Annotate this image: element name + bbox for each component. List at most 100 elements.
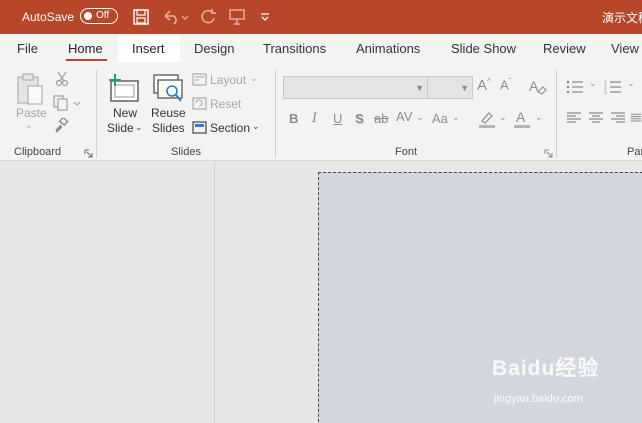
font-group-label: Font <box>395 146 418 158</box>
highlighter-icon <box>479 112 495 128</box>
font-launcher[interactable] <box>543 148 553 158</box>
numbering-icon: 123 <box>604 80 621 95</box>
numbering-dropdown[interactable]: ⌄ <box>627 79 635 89</box>
character-spacing-dropdown[interactable]: ⌄ <box>416 113 424 123</box>
paste-label: Paste <box>16 106 47 120</box>
slide-thumbnail-pane[interactable] <box>0 162 215 423</box>
justify-icon <box>630 113 642 122</box>
toggle-knob <box>84 11 92 20</box>
layout-dropdown[interactable]: ⌄ <box>250 73 258 84</box>
clipboard-group-label: Clipboard <box>14 146 62 158</box>
font-color-dropdown[interactable]: ⌄ <box>535 113 543 123</box>
change-case-dropdown[interactable]: ⌄ <box>452 113 460 123</box>
reuse-slides-label-2: Slides <box>152 121 185 135</box>
autosave-label: AutoSave <box>22 10 75 24</box>
ribbon-tabs: File Home Insert Design Transitions Anim… <box>0 34 642 64</box>
tab-review[interactable]: Review <box>543 41 586 56</box>
autosave-state: Off <box>96 10 110 21</box>
reuse-slides-button[interactable] <box>151 72 185 106</box>
highlight-color-dropdown[interactable]: ⌄ <box>499 113 507 123</box>
group-separator <box>96 70 97 158</box>
cut-button[interactable] <box>54 70 70 88</box>
new-slide-button[interactable] <box>107 70 141 106</box>
bullets-button[interactable] <box>565 78 585 96</box>
reset-icon <box>191 96 207 110</box>
align-right-icon <box>611 112 625 123</box>
presentation-icon <box>229 9 245 25</box>
slide-canvas[interactable] <box>318 172 642 423</box>
tab-design[interactable]: Design <box>194 41 234 56</box>
bullets-dropdown[interactable]: ⌄ <box>589 79 597 89</box>
undo-button[interactable] <box>160 7 190 27</box>
group-separator <box>275 70 276 158</box>
save-button[interactable] <box>131 7 151 27</box>
chevron-down-icon <box>261 13 269 21</box>
copy-button[interactable] <box>52 94 82 112</box>
font-size-combo[interactable]: ▼ <box>427 76 473 99</box>
paste-button[interactable] <box>14 72 46 106</box>
new-slide-label-2: Slide <box>107 121 134 135</box>
text-shadow-button[interactable]: S <box>355 111 364 126</box>
ribbon: Paste ⌄ Clipboard New Slide ⌄ Reuse Slid… <box>0 64 642 161</box>
numbering-button[interactable]: 123 <box>603 78 623 96</box>
bold-button[interactable]: B <box>289 111 298 126</box>
font-color-button[interactable]: A <box>512 109 532 129</box>
increase-font-size-button[interactable]: A^ <box>477 77 491 94</box>
highlight-color-button[interactable] <box>476 109 498 129</box>
active-tab-underline <box>66 59 107 61</box>
svg-text:A: A <box>529 78 539 94</box>
customize-qat-button[interactable] <box>256 7 274 27</box>
italic-button[interactable]: I <box>312 111 317 126</box>
underline-button[interactable]: U <box>333 111 342 126</box>
clipboard-launcher[interactable] <box>83 148 93 158</box>
layout-button[interactable]: Layout <box>210 73 246 87</box>
reset-button[interactable]: Reset <box>210 97 241 111</box>
strikethrough-button[interactable]: ab <box>374 111 388 126</box>
paste-dropdown-arrow[interactable]: ⌄ <box>25 120 33 131</box>
tab-home[interactable]: Home <box>68 41 103 56</box>
align-right-button[interactable] <box>609 110 627 126</box>
watermark: Baidu经验 jingyan.baidu.com <box>492 352 600 405</box>
tab-file[interactable]: File <box>17 41 38 56</box>
clear-formatting-button[interactable]: A <box>527 76 547 96</box>
slides-group-label: Slides <box>171 146 201 158</box>
watermark-logo: Baidu经验 <box>492 357 600 380</box>
align-left-button[interactable] <box>565 110 583 126</box>
bullets-icon <box>566 80 583 94</box>
autosave-toggle[interactable]: Off <box>80 8 118 24</box>
tab-transitions[interactable]: Transitions <box>263 41 326 56</box>
svg-text:A: A <box>516 109 526 125</box>
scissors-icon <box>55 71 69 87</box>
paragraph-group-label: Par <box>627 146 642 158</box>
tab-insert[interactable]: Insert <box>132 41 165 56</box>
clear-formatting-icon: A <box>529 78 547 95</box>
new-slide-dropdown[interactable]: ⌄ <box>135 122 143 133</box>
section-button[interactable]: Section <box>210 121 250 135</box>
undo-icon <box>164 10 189 25</box>
section-dropdown[interactable]: ⌄ <box>252 121 260 132</box>
group-separator <box>556 70 557 158</box>
present-button[interactable] <box>226 7 248 27</box>
document-title: 演示文稿 <box>602 11 642 25</box>
tab-view[interactable]: View <box>611 41 639 56</box>
svg-text:3: 3 <box>604 90 607 95</box>
font-name-combo[interactable]: ▼ <box>283 76 428 99</box>
watermark-url: jingyan.baidu.com <box>494 393 583 405</box>
tab-slide-show[interactable]: Slide Show <box>451 41 516 56</box>
font-color-icon: A <box>514 109 530 128</box>
character-spacing-button[interactable]: AV <box>396 109 412 124</box>
save-icon <box>133 9 149 25</box>
redo-icon <box>201 9 216 24</box>
format-painter-button[interactable] <box>52 117 70 135</box>
change-case-button[interactable]: Aa <box>432 111 448 126</box>
decrease-font-size-button[interactable]: Aˇ <box>500 77 511 92</box>
redo-button[interactable] <box>197 7 219 27</box>
layout-icon <box>191 72 207 86</box>
copy-icon <box>53 95 81 111</box>
align-center-icon <box>589 112 603 123</box>
tab-animations[interactable]: Animations <box>356 41 420 56</box>
justify-button[interactable] <box>630 110 642 126</box>
align-left-icon <box>567 112 581 123</box>
align-center-button[interactable] <box>587 110 605 126</box>
dialog-launcher-icon <box>84 149 92 157</box>
